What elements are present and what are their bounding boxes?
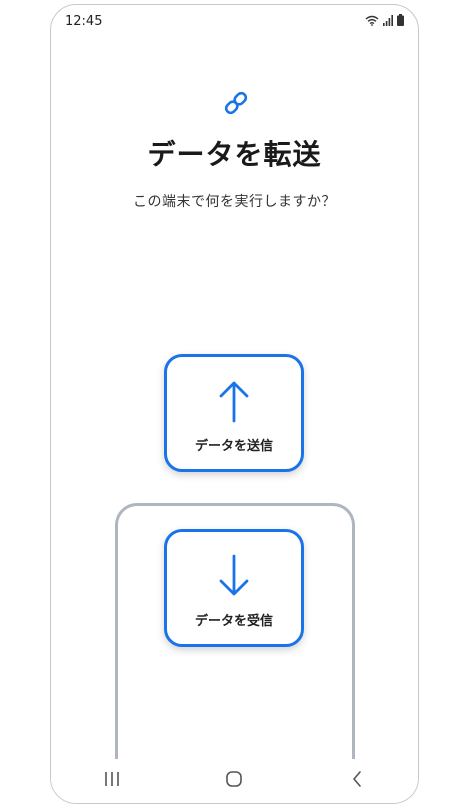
home-icon: [225, 770, 243, 792]
home-button[interactable]: [204, 761, 264, 801]
recent-apps-icon: [104, 771, 120, 791]
status-icons: [365, 14, 404, 26]
link-icon: [221, 88, 251, 118]
send-data-label: データを送信: [194, 439, 273, 454]
signal-icon: [383, 14, 393, 26]
send-data-button[interactable]: データを送信: [164, 354, 304, 472]
arrow-down-icon: [217, 554, 251, 602]
navigation-bar: [51, 759, 418, 803]
status-bar: 12:45: [51, 5, 418, 39]
receive-data-label: データを受信: [194, 614, 273, 629]
phone-screen: 12:45 データを転送 この端末で何を実行しますか？ データを送信 データを受…: [50, 4, 419, 804]
status-time: 12:45: [65, 14, 103, 29]
back-button[interactable]: [327, 761, 387, 801]
page-title: データを転送: [147, 138, 322, 171]
wifi-icon: [365, 15, 379, 26]
back-icon: [351, 770, 363, 792]
page-subtitle: この端末で何を実行しますか？: [133, 194, 336, 210]
receive-data-button[interactable]: データを受信: [164, 529, 304, 647]
battery-icon: [397, 14, 404, 26]
arrow-up-icon: [217, 379, 251, 427]
recent-apps-button[interactable]: [82, 761, 142, 801]
